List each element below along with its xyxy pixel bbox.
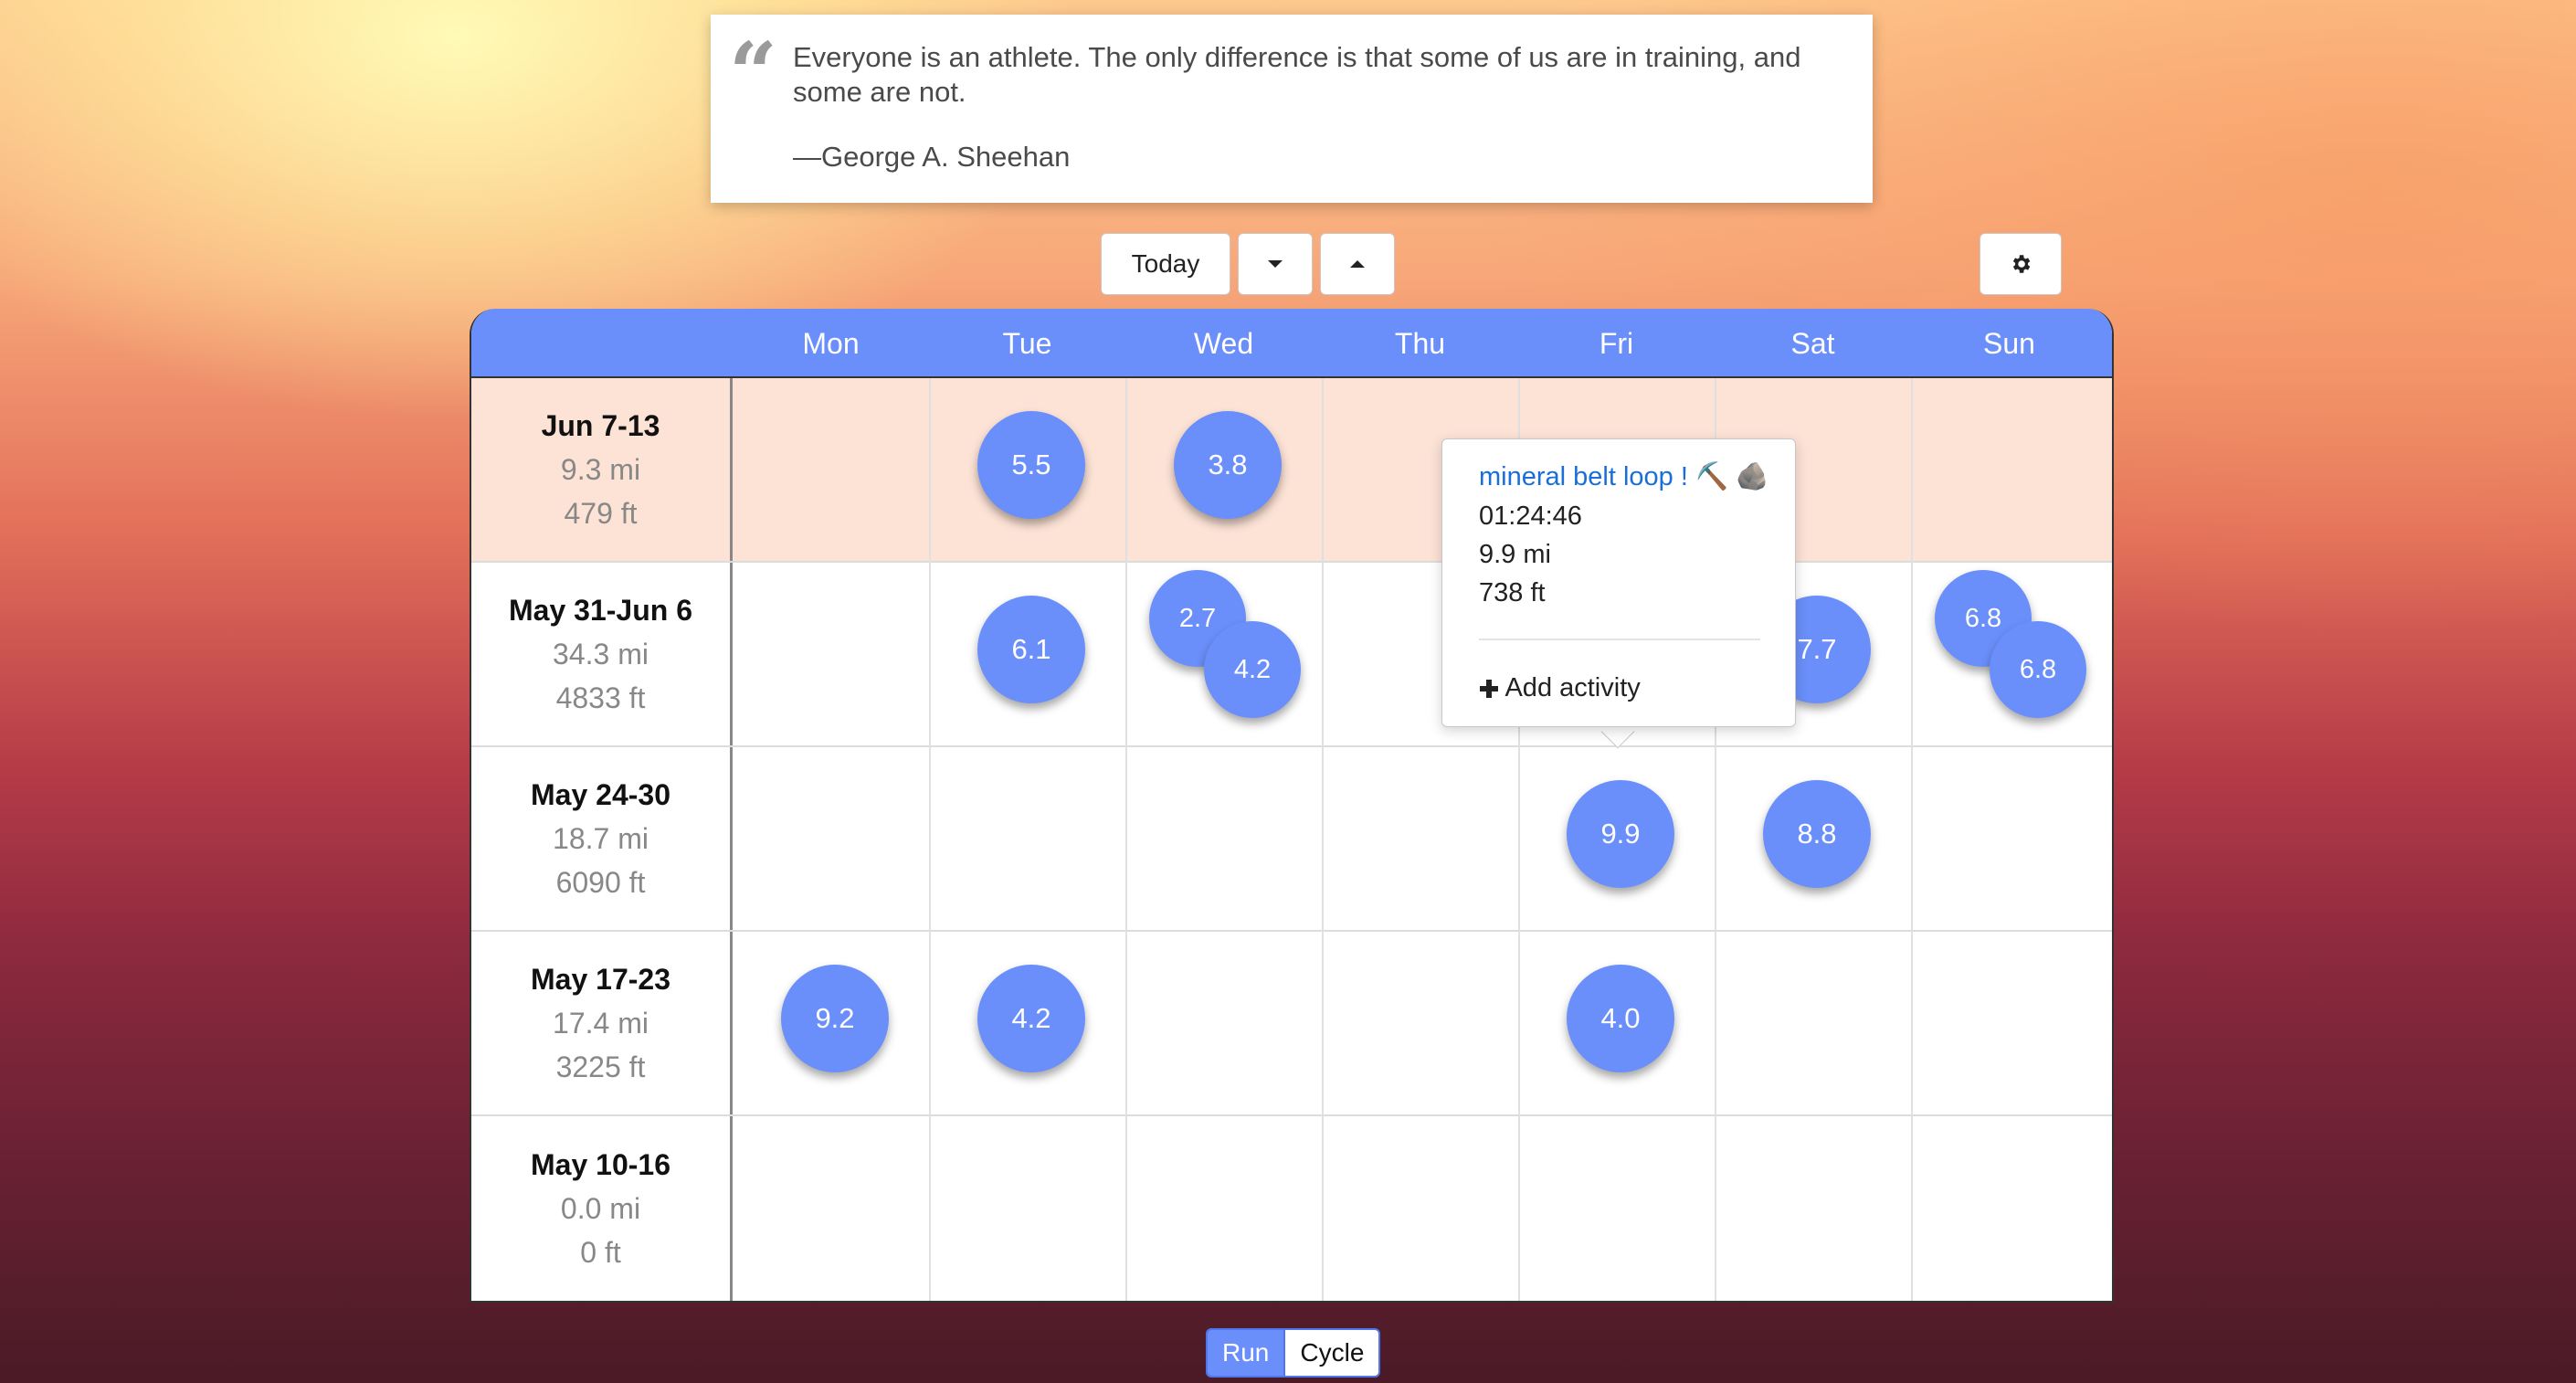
activity-bubble[interactable]: 9.9 xyxy=(1567,780,1674,888)
grid-divider xyxy=(1322,378,1324,1301)
plus-icon xyxy=(1480,680,1498,698)
quote-card: “ Everyone is an athlete. The only diffe… xyxy=(711,15,1873,203)
quote-text: Everyone is an athlete. The only differe… xyxy=(793,41,1801,108)
week-summary: Jun 7-13 9.3 mi 479 ft xyxy=(471,378,733,561)
quote-mark-icon: “ xyxy=(729,24,777,122)
quote-author: —George A. Sheehan xyxy=(793,141,1071,173)
activity-bubble[interactable]: 3.8 xyxy=(1174,411,1282,519)
activity-duration: 01:24:46 xyxy=(1479,501,1582,531)
caret-down-icon xyxy=(1268,260,1283,268)
week-elevation: 6090 ft xyxy=(555,866,646,899)
day-header-sat: Sat xyxy=(1790,326,1835,360)
add-activity-button[interactable]: Add activity xyxy=(1479,673,1641,703)
week-elevation: 479 ft xyxy=(564,497,638,530)
week-range: Jun 7-13 xyxy=(541,409,660,442)
activity-title-link[interactable]: mineral belt loop ! ⛏️ 🪨 xyxy=(1479,461,1768,492)
week-elevation: 0 ft xyxy=(580,1236,621,1269)
activity-bubble[interactable]: 6.1 xyxy=(977,596,1085,703)
run-toggle-button[interactable]: Run xyxy=(1208,1330,1284,1376)
caret-up-icon xyxy=(1350,260,1365,268)
previous-week-button[interactable] xyxy=(1238,233,1313,295)
activity-bubble[interactable]: 9.2 xyxy=(781,965,889,1072)
week-range: May 24-30 xyxy=(531,778,670,811)
week-row: May 17-23 17.4 mi 3225 ft xyxy=(471,932,2112,1116)
week-summary: May 24-30 18.7 mi 6090 ft xyxy=(471,747,733,930)
day-header-sun: Sun xyxy=(1983,326,2035,360)
activity-distance: 9.9 mi xyxy=(1479,540,1551,569)
activity-bubble[interactable]: 5.5 xyxy=(977,411,1085,519)
week-distance: 0.0 mi xyxy=(560,1192,641,1225)
calendar-header: Mon Tue Wed Thu Fri Sat Sun xyxy=(471,309,2112,378)
week-distance: 17.4 mi xyxy=(553,1007,649,1040)
popover-divider xyxy=(1479,639,1760,640)
activity-bubble[interactable]: 8.8 xyxy=(1763,780,1871,888)
settings-button[interactable] xyxy=(1980,233,2062,295)
week-range: May 31-Jun 6 xyxy=(509,594,692,627)
grid-divider xyxy=(1125,378,1127,1301)
activity-bubble[interactable]: 6.8 xyxy=(1990,621,2086,718)
grid-divider xyxy=(1911,378,1913,1301)
activity-bubble[interactable]: 4.0 xyxy=(1567,965,1674,1072)
week-elevation: 4833 ft xyxy=(555,681,646,714)
week-range: May 10-16 xyxy=(531,1148,670,1181)
week-row: Jun 7-13 9.3 mi 479 ft xyxy=(471,378,2112,563)
sport-toggle: Run Cycle xyxy=(1206,1328,1381,1378)
calendar: Mon Tue Wed Thu Fri Sat Sun Jun 7-13 9.3… xyxy=(470,309,2114,1303)
week-range: May 17-23 xyxy=(531,963,670,996)
gear-icon xyxy=(2012,255,2031,273)
day-header-fri: Fri xyxy=(1599,326,1634,360)
grid-divider xyxy=(929,378,931,1301)
activity-popover: mineral belt loop ! ⛏️ 🪨 01:24:46 9.9 mi… xyxy=(1441,438,1796,727)
week-summary: May 17-23 17.4 mi 3225 ft xyxy=(471,932,733,1114)
week-summary: May 31-Jun 6 34.3 mi 4833 ft xyxy=(471,563,733,745)
today-button[interactable]: Today xyxy=(1101,233,1230,295)
add-activity-label: Add activity xyxy=(1504,673,1641,702)
cycle-toggle-button[interactable]: Cycle xyxy=(1283,1330,1379,1376)
activity-elevation: 738 ft xyxy=(1479,578,1546,607)
next-week-button[interactable] xyxy=(1320,233,1395,295)
activity-bubble[interactable]: 4.2 xyxy=(977,965,1085,1072)
day-header-mon: Mon xyxy=(802,326,860,360)
day-header-wed: Wed xyxy=(1193,326,1254,360)
week-distance: 9.3 mi xyxy=(560,453,641,486)
week-elevation: 3225 ft xyxy=(555,1050,646,1083)
day-header-thu: Thu xyxy=(1394,326,1446,360)
week-row: May 10-16 0.0 mi 0 ft xyxy=(471,1116,2112,1301)
week-distance: 34.3 mi xyxy=(553,638,649,670)
activity-bubble[interactable]: 4.2 xyxy=(1204,621,1301,718)
week-summary: May 10-16 0.0 mi 0 ft xyxy=(471,1116,733,1301)
week-distance: 18.7 mi xyxy=(553,822,649,855)
day-header-tue: Tue xyxy=(1002,326,1052,360)
